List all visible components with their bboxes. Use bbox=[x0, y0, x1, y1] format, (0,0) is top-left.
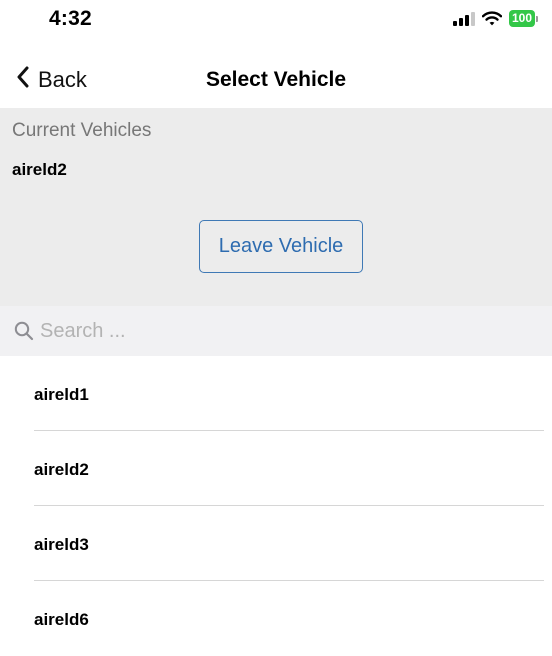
nav-bar: Back Select Vehicle bbox=[0, 48, 552, 108]
signal-icon bbox=[452, 11, 475, 26]
current-vehicles-heading: Current Vehicles bbox=[12, 120, 152, 141]
battery-level: 100 bbox=[508, 10, 535, 27]
list-item[interactable]: aireld2 bbox=[0, 431, 552, 506]
list-item-label: aireld3 bbox=[34, 535, 89, 554]
current-vehicle-name: aireld2 bbox=[12, 160, 67, 179]
status-bar: 4:32 100 bbox=[0, 0, 552, 48]
status-time: 4:32 bbox=[49, 7, 92, 30]
battery-tip bbox=[536, 15, 538, 22]
search-bar bbox=[0, 306, 552, 356]
list-item[interactable]: aireld3 bbox=[0, 506, 552, 581]
leave-vehicle-button[interactable]: Leave Vehicle bbox=[199, 220, 363, 273]
wifi-icon bbox=[481, 11, 502, 26]
current-vehicles-panel: Current Vehicles aireld2 Leave Vehicle bbox=[0, 108, 552, 306]
status-icons: 100 bbox=[452, 10, 538, 27]
list-item[interactable]: aireld1 bbox=[0, 356, 552, 431]
search-icon bbox=[14, 321, 34, 341]
list-item-label: aireld1 bbox=[34, 385, 89, 404]
list-item[interactable]: aireld6 bbox=[0, 581, 552, 656]
list-item-label: aireld2 bbox=[34, 460, 89, 479]
list-item-label: aireld6 bbox=[34, 610, 89, 629]
vehicle-list: aireld1 aireld2 aireld3 aireld6 bbox=[0, 356, 552, 656]
page-title: Select Vehicle bbox=[205, 68, 347, 91]
search-input[interactable] bbox=[40, 319, 520, 343]
battery-icon: 100 bbox=[508, 10, 538, 27]
